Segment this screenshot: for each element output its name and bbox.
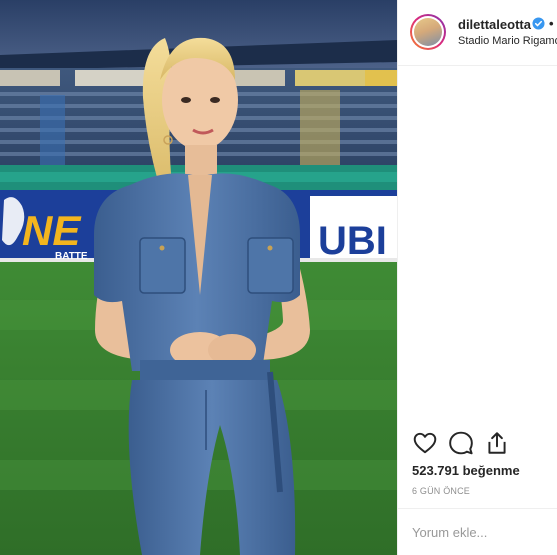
location-link[interactable]: Stadio Mario Rigamonti (458, 35, 557, 47)
post-header: dilettaleotta • Stadio Mario Rigamonti (398, 0, 557, 66)
post-photo[interactable]: NE BATTE UBI (0, 0, 397, 555)
post-sidebar: dilettaleotta • Stadio Mario Rigamonti 5… (397, 0, 557, 555)
comment-input[interactable] (412, 521, 552, 543)
post-photo-image: NE BATTE UBI (0, 0, 397, 555)
share-icon[interactable] (484, 430, 510, 456)
username-link[interactable]: dilettaleotta (458, 17, 531, 32)
post-timestamp[interactable]: 6 GÜN ÖNCE (412, 486, 470, 496)
avatar-frame (412, 16, 444, 48)
verified-badge-icon (532, 17, 545, 30)
banner-right-text: UBI (318, 219, 387, 263)
header-separator: • (549, 16, 554, 31)
banner-left-subtext: BATTE (55, 251, 88, 262)
avatar-image (414, 18, 442, 46)
avatar[interactable] (410, 14, 446, 50)
heart-icon[interactable] (412, 430, 438, 456)
like-count[interactable]: 523.791 beğenme (412, 463, 520, 478)
banner-left-text: NE (22, 207, 82, 254)
comment-bar (398, 508, 557, 555)
comment-icon[interactable] (448, 430, 474, 456)
